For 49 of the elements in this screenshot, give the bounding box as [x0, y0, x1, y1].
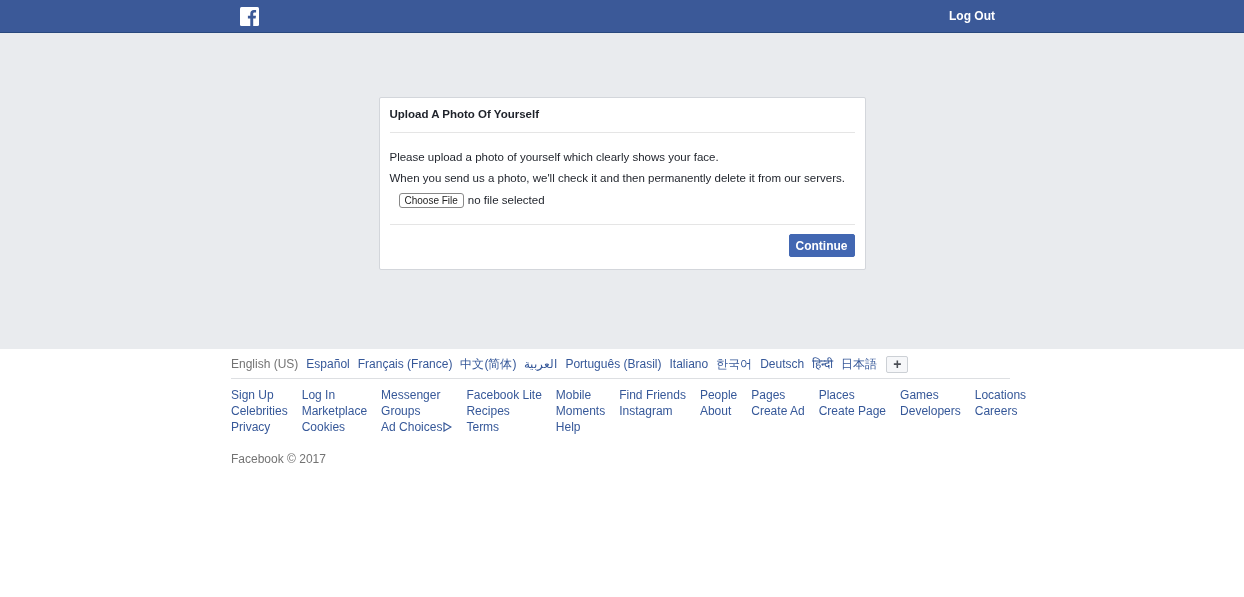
- footer-link[interactable]: Sign Up: [231, 387, 288, 403]
- logout-link[interactable]: Log Out: [949, 7, 995, 25]
- footer-link[interactable]: Messenger: [381, 387, 453, 403]
- footer-link[interactable]: Recipes: [466, 403, 542, 419]
- footer-link[interactable]: Create Ad: [751, 403, 805, 419]
- language-link[interactable]: Português (Brasil): [565, 355, 662, 373]
- footer-link[interactable]: Help: [555, 419, 606, 435]
- footer-link[interactable]: Privacy: [231, 419, 288, 435]
- choose-file-button[interactable]: Choose File: [398, 193, 464, 209]
- footer-link[interactable]: Facebook Lite: [466, 387, 542, 403]
- footer-link[interactable]: Pages: [751, 387, 805, 403]
- continue-button[interactable]: Continue: [788, 234, 855, 258]
- footer-link[interactable]: Locations: [974, 387, 1027, 403]
- language-link[interactable]: हिन्दी: [812, 355, 834, 373]
- footer-link[interactable]: Log In: [301, 387, 368, 403]
- language-link[interactable]: 한국어: [716, 355, 753, 373]
- footer-link[interactable]: Mobile: [555, 387, 606, 403]
- footer-link[interactable]: About: [699, 403, 738, 419]
- footer-link[interactable]: Celebrities: [231, 403, 288, 419]
- file-status: no file selected: [467, 193, 545, 208]
- logo-icon[interactable]: [240, 6, 259, 26]
- copyright-text: Facebook © 2017: [231, 451, 327, 468]
- more-languages-button[interactable]: +: [886, 355, 909, 373]
- language-link[interactable]: English (US): [231, 355, 299, 373]
- footer-link[interactable]: Developers: [900, 403, 961, 419]
- footer-link[interactable]: Find Friends: [619, 387, 686, 403]
- language-link[interactable]: Deutsch: [760, 355, 805, 373]
- footer-link[interactable]: Moments: [555, 403, 606, 419]
- footer-link[interactable]: Instagram: [619, 403, 686, 419]
- footer-link[interactable]: Create Page: [818, 403, 887, 419]
- language-link[interactable]: Español: [306, 355, 350, 373]
- footer-link[interactable]: Cookies: [301, 419, 368, 435]
- language-link[interactable]: 日本語: [841, 355, 878, 373]
- dialog-title: Upload A Photo Of Yourself: [389, 107, 539, 123]
- footer-link[interactable]: Ad Choices: [381, 419, 453, 435]
- language-link[interactable]: Italiano: [669, 355, 709, 373]
- footer-link[interactable]: People: [699, 387, 738, 403]
- footer-link[interactable]: Terms: [466, 419, 542, 435]
- language-link[interactable]: Français (France): [357, 355, 453, 373]
- footer-link[interactable]: Groups: [381, 403, 453, 419]
- play-triangle-icon: [443, 422, 453, 432]
- instruction-text: Please upload a photo of yourself which clearly shows your face.: [389, 150, 720, 164]
- footer-link[interactable]: Places: [818, 387, 887, 403]
- footer-link[interactable]: Careers: [974, 403, 1027, 419]
- language-link[interactable]: العربية: [524, 355, 558, 373]
- footer-link[interactable]: Games: [900, 387, 961, 403]
- language-link[interactable]: 中文(简体): [460, 355, 517, 373]
- footer-link[interactable]: Marketplace: [301, 403, 368, 419]
- instruction-text: When you send us a photo, we'll check it and then permanently delete it from our servers.: [389, 171, 846, 185]
